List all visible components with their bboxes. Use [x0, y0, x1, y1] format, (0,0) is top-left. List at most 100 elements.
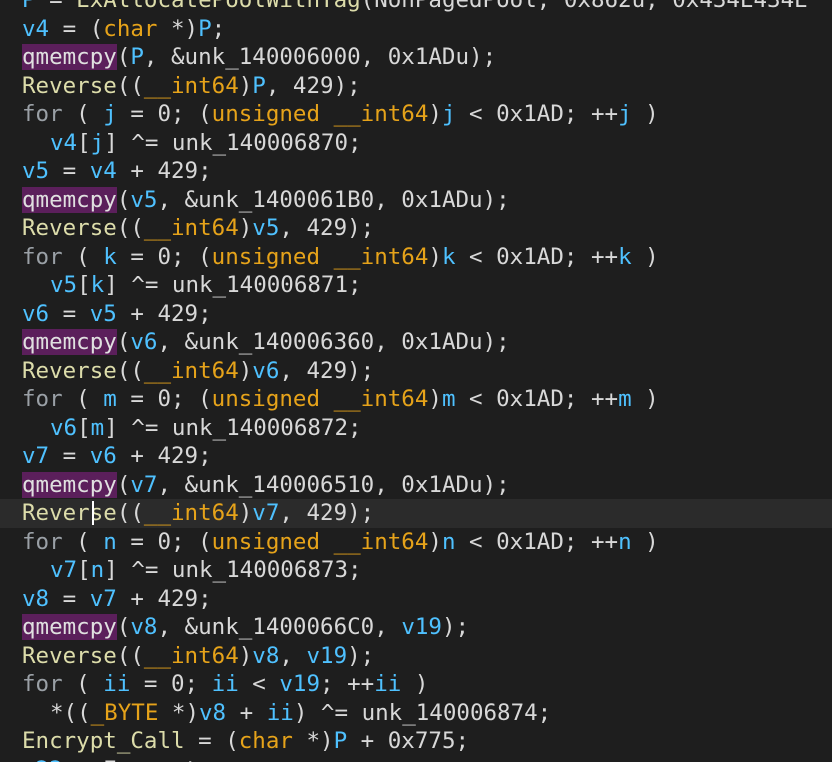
- code-line-text: for ( k = 0; (unsigned __int64)k < 0x1AD…: [22, 243, 659, 272]
- code-token: v7: [50, 557, 78, 583]
- code-line-text: v5 = v4 + 429;: [22, 157, 212, 186]
- code-token: , &unk_1400061B0, 0x1ADu);: [157, 186, 510, 213]
- code-token: ,: [279, 642, 307, 669]
- code-line[interactable]: v7[n] ^= unk_140006873;: [0, 556, 832, 585]
- code-line-text: for ( m = 0; (unsigned __int64)m < 0x1AD…: [22, 385, 659, 414]
- code-token: +: [226, 699, 267, 726]
- code-line-text: v22 = Encrypt: [22, 756, 198, 762]
- code-token: Reverse: [22, 357, 117, 384]
- code-token: , 429);: [265, 72, 361, 99]
- code-token: *((: [50, 699, 91, 726]
- code-line[interactable]: Reverse((__int64)v8, v19);: [0, 642, 832, 671]
- code-token: v8: [199, 699, 227, 726]
- code-token: v22: [22, 757, 63, 762]
- code-token: *): [157, 15, 199, 42]
- code-token: n: [441, 528, 456, 555]
- code-line[interactable]: v5 = v4 + 429;: [0, 157, 832, 186]
- code-token: ] ^= unk_140006873;: [104, 557, 362, 583]
- code-token: , 429);: [279, 357, 375, 384]
- code-line[interactable]: qmemcpy(v7, &unk_140006510, 0x1ADu);: [0, 471, 832, 500]
- code-token: v4: [50, 129, 78, 156]
- code-line[interactable]: Reverse((__int64)v7, 429);: [0, 499, 832, 528]
- code-line-text: qmemcpy(v7, &unk_140006510, 0x1ADu);: [22, 471, 510, 500]
- code-line[interactable]: Reverse((__int64)v6, 429);: [0, 357, 832, 386]
- code-line[interactable]: qmemcpy(P, &unk_140006000, 0x1ADu);: [0, 43, 832, 72]
- code-line[interactable]: v22 = Encrypt: [0, 756, 832, 762]
- code-token: m: [90, 414, 105, 441]
- code-token: = 0;: [130, 671, 212, 697]
- code-token: Reverse: [22, 215, 117, 241]
- code-line-text: v5[k] ^= unk_140006871;: [50, 271, 362, 300]
- code-token: (: [62, 528, 104, 555]
- code-line[interactable]: v6 = v5 + 429;: [0, 300, 832, 329]
- code-token: v8: [130, 614, 158, 640]
- code-line[interactable]: qmemcpy(v8, &unk_1400066C0, v19);: [0, 613, 832, 642]
- code-token: (: [62, 243, 104, 270]
- code-line-text: for ( j = 0; (unsigned __int64)j < 0x1AD…: [22, 100, 659, 129]
- code-token: __int64: [143, 215, 239, 241]
- code-line[interactable]: qmemcpy(v5, &unk_1400061B0, 0x1ADu);: [0, 186, 832, 215]
- code-line[interactable]: for ( n = 0; (unsigned __int64)n < 0x1AD…: [0, 528, 832, 557]
- code-line[interactable]: for ( k = 0; (unsigned __int64)k < 0x1AD…: [0, 243, 832, 272]
- code-token: v6: [50, 414, 78, 441]
- code-token: + 429;: [116, 443, 212, 469]
- code-line[interactable]: P = ExAllocatePoolWithTag(NonPagedPool, …: [0, 0, 832, 15]
- code-line[interactable]: Encrypt_Call = (char *)P + 0x775;: [0, 727, 832, 756]
- code-token: n: [618, 528, 632, 555]
- code-line[interactable]: v4 = (char *)P;: [0, 15, 832, 44]
- code-token: ): [238, 72, 253, 99]
- code-token: k: [103, 243, 117, 270]
- code-token: v4: [22, 15, 50, 42]
- code-token: ): [428, 101, 442, 127]
- code-line[interactable]: for ( m = 0; (unsigned __int64)m < 0x1AD…: [0, 385, 832, 414]
- code-token: ): [238, 357, 253, 384]
- code-token: ): [428, 528, 442, 555]
- code-line[interactable]: for ( j = 0; (unsigned __int64)j < 0x1AD…: [0, 100, 832, 129]
- code-token: k: [441, 243, 456, 270]
- code-token: qmemcpy: [22, 329, 117, 355]
- code-token: ;: [211, 15, 226, 42]
- code-line[interactable]: v6[m] ^= unk_140006872;: [0, 414, 832, 443]
- code-token: = 0; (: [116, 386, 212, 412]
- code-token: v5: [50, 272, 78, 298]
- code-token: = 0; (: [116, 101, 212, 127]
- code-token: (: [116, 44, 131, 70]
- code-token: qmemcpy: [22, 614, 117, 640]
- code-token: qmemcpy: [22, 471, 117, 498]
- code-token: P: [130, 44, 144, 70]
- code-line[interactable]: v4[j] ^= unk_140006870;: [0, 129, 832, 158]
- code-token: unsigned __int64: [211, 528, 429, 555]
- code-token: j: [618, 101, 632, 127]
- code-token: (: [116, 329, 131, 355]
- code-line[interactable]: v7 = v6 + 429;: [0, 442, 832, 471]
- code-line-text: qmemcpy(v5, &unk_1400061B0, 0x1ADu);: [22, 186, 510, 215]
- code-token: ): [428, 386, 442, 412]
- code-line-text: for ( n = 0; (unsigned __int64)n < 0x1AD…: [22, 528, 659, 557]
- pseudocode-view[interactable]: P = ExAllocatePoolWithTag(NonPagedPool, …: [0, 0, 832, 762]
- code-token: (: [116, 614, 131, 640]
- code-line[interactable]: v8 = v7 + 429;: [0, 585, 832, 614]
- code-token: v7: [130, 471, 158, 498]
- code-line[interactable]: for ( ii = 0; ii < v19; ++ii ): [0, 670, 832, 699]
- code-line[interactable]: Reverse((__int64)P, 429);: [0, 72, 832, 101]
- code-line[interactable]: v5[k] ^= unk_140006871;: [0, 271, 832, 300]
- code-token: v19: [401, 614, 442, 640]
- code-token: v5: [89, 300, 117, 327]
- code-token: (: [62, 386, 104, 412]
- code-token: ; ++: [320, 671, 375, 697]
- code-token: ] ^= unk_140006871;: [104, 272, 362, 298]
- code-token: __int64: [143, 72, 239, 99]
- code-token: v8: [22, 585, 50, 612]
- code-line-text: Reverse((__int64)v5, 429);: [22, 214, 374, 243]
- code-token: ((: [116, 72, 144, 99]
- code-token: char: [238, 728, 293, 754]
- code-token: = (: [184, 728, 239, 754]
- code-line[interactable]: qmemcpy(v6, &unk_140006360, 0x1ADu);: [0, 328, 832, 357]
- code-token: v6: [22, 300, 50, 327]
- code-line[interactable]: *((_BYTE *)v8 + ii) ^= unk_140006874;: [0, 699, 832, 728]
- code-token: [: [77, 414, 91, 441]
- code-token: __int64: [143, 642, 239, 669]
- code-token: );: [347, 642, 375, 669]
- code-line[interactable]: Reverse((__int64)v5, 429);: [0, 214, 832, 243]
- code-line-text: v6[m] ^= unk_140006872;: [50, 414, 362, 443]
